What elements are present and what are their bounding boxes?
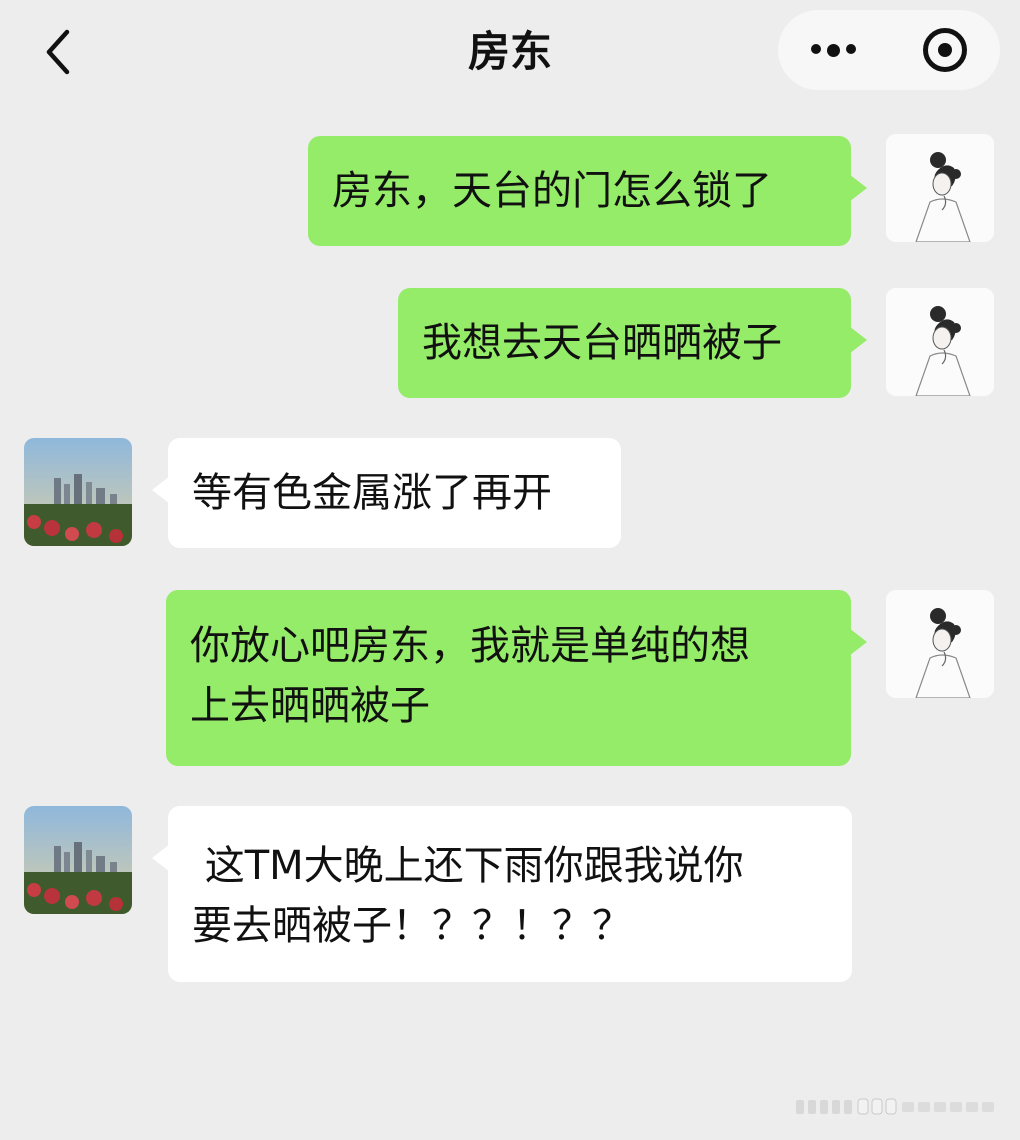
my-avatar[interactable]: [886, 134, 994, 242]
message-text: 这TM大晚上还下雨你跟我说你 要去晒被子！？？！？？: [192, 843, 744, 949]
message-bubble[interactable]: 我想去天台晒晒被子: [398, 288, 867, 398]
sketch-girl-avatar-icon: [886, 590, 994, 698]
message-bubble[interactable]: 等有色金属涨了再开: [152, 438, 621, 548]
mini-program-capsule: [778, 10, 1000, 90]
message-text: 你放心吧房东，我就是单纯的想 上去晒晒被子: [190, 623, 750, 729]
sketch-girl-avatar-icon: [886, 288, 994, 396]
more-dots-icon: [811, 43, 856, 57]
city-skyline-avatar-icon: [24, 438, 132, 546]
message-bubble[interactable]: 这TM大晚上还下雨你跟我说你 要去晒被子！？？！？？: [152, 806, 852, 982]
message-text: 等有色金属涨了再开: [192, 470, 552, 516]
watermark-graphic: [796, 1098, 994, 1115]
message-bubble[interactable]: 房东，天台的门怎么锁了: [308, 136, 867, 246]
close-button[interactable]: [889, 10, 1000, 90]
landlord-avatar[interactable]: [24, 438, 132, 546]
chat-header: 房东: [0, 0, 1020, 100]
my-avatar[interactable]: [886, 590, 994, 698]
my-avatar[interactable]: [886, 288, 994, 396]
target-circle-icon: [922, 28, 967, 72]
message-text: 房东，天台的门怎么锁了: [332, 168, 772, 214]
message-bubble[interactable]: 你放心吧房东，我就是单纯的想 上去晒晒被子: [166, 590, 867, 766]
message-text: 我想去天台晒晒被子: [422, 320, 782, 366]
landlord-avatar[interactable]: [24, 806, 132, 914]
more-button[interactable]: [778, 10, 889, 90]
city-skyline-avatar-icon: [24, 806, 132, 914]
sketch-girl-avatar-icon: [886, 134, 994, 242]
